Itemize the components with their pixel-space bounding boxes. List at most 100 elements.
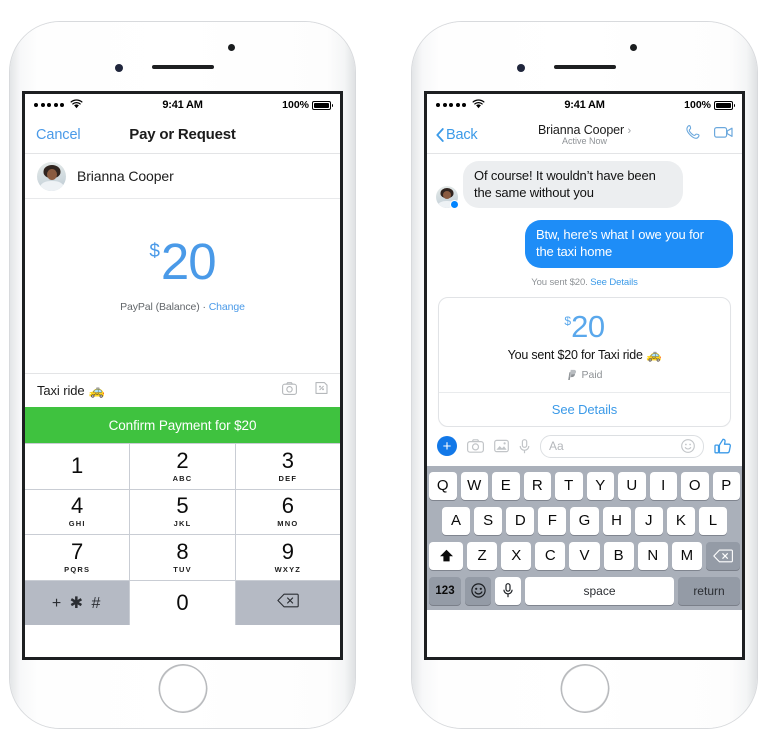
key-t[interactable]: T [555,471,583,500]
message-input-placeholder: Aa [549,439,564,453]
emoji-smiley-icon[interactable] [681,439,695,453]
currency-symbol: $ [564,313,572,328]
avatar [436,186,459,210]
key-i[interactable]: I [649,471,677,500]
key-d[interactable]: D [506,506,535,535]
numeric-keypad: 1 2 ABC 3 DEF 4 GHI 5 JKL 6 MNO 7 PQRS 8 TUV 9W… [25,443,340,625]
keypad-letters: TUV [173,564,192,574]
key-r[interactable]: R [523,471,551,500]
home-button[interactable] [158,664,207,713]
keypad-key-5[interactable]: 5 JKL [130,489,235,534]
thumbs-up-icon[interactable] [714,438,732,455]
taxi-emoji-icon: 🚕 [646,347,662,362]
message-bubble-outgoing[interactable]: Btw, here's what I owe you for the taxi … [525,220,733,268]
key-w[interactable]: W [460,471,488,500]
microphone-icon[interactable] [519,438,530,454]
key-o[interactable]: O [681,471,709,500]
keypad-digit: 2 [176,447,189,473]
recipient-row[interactable]: Brianna Cooper [25,154,340,199]
payment-amount: $ 20 [564,311,605,342]
emoji-smiley-icon[interactable] [465,576,491,605]
status-bar-right: 9:41 AM 100% [427,94,742,116]
payment-sent-note: You sent $20. See Details [436,277,733,288]
keypad-key-8[interactable]: 8 TUV [130,535,235,580]
key-g[interactable]: G [570,506,599,535]
key-h[interactable]: H [602,506,631,535]
memo-actions [282,381,328,400]
keypad-key-7[interactable]: 7 PQRS [25,535,130,580]
plus-circle-icon[interactable]: + [437,436,457,456]
keypad-key-2[interactable]: 2 ABC [130,444,235,489]
earpiece-speaker [151,65,214,69]
keypad-key-1[interactable]: 1 [25,444,130,489]
key-a[interactable]: A [442,506,471,535]
key-f[interactable]: F [538,506,567,535]
message-input[interactable]: Aa [540,434,704,458]
key-y[interactable]: Y [586,471,614,500]
shift-icon[interactable] [429,541,463,570]
key-p[interactable]: P [712,471,740,500]
keypad-key-delete[interactable] [235,580,340,625]
keypad-digit: 5 [176,493,189,519]
key-q[interactable]: Q [429,471,457,500]
key-k[interactable]: K [666,506,695,535]
key-e[interactable]: E [492,471,520,500]
delete-icon[interactable] [705,541,740,570]
key-x[interactable]: X [501,541,532,570]
chevron-right-icon: › [627,125,632,137]
keypad-letters: GHI [68,519,86,529]
key-c[interactable]: C [535,541,566,570]
keypad-key-symbols[interactable]: + ✱ # [25,580,130,625]
key-numbers[interactable]: 123 [429,576,461,605]
battery-percent-label: 100% [684,99,711,111]
keypad-key-4[interactable]: 4 GHI [25,489,130,534]
front-camera-icon [629,44,637,51]
keypad-digit: 3 [281,447,294,473]
keypad-key-0[interactable]: 0 [130,580,235,625]
keypad-key-9[interactable]: 9 WXYZ [235,535,340,580]
wifi-icon [70,98,83,112]
cancel-button[interactable]: Cancel [36,127,81,143]
message-row-outgoing: Btw, here's what I owe you for the taxi … [436,220,733,268]
proximity-sensor-icon [114,64,123,72]
amount-display[interactable]: $ 20 [149,236,216,287]
camera-icon[interactable] [467,439,484,453]
messenger-badge-icon [450,200,459,210]
key-z[interactable]: Z [467,541,498,570]
key-n[interactable]: N [637,541,668,570]
key-l[interactable]: L [698,506,727,535]
memo-row[interactable]: Taxi ride 🚕 [25,373,340,407]
key-v[interactable]: V [569,541,600,570]
sticker-icon[interactable] [315,381,328,400]
confirm-payment-button[interactable]: Confirm Payment for $20 [25,407,340,443]
onscreen-keyboard: Q W E R T Y U I O P A S D F G H J K L Z … [427,465,742,610]
back-button[interactable]: Back [436,127,478,143]
memo-input[interactable]: Taxi ride 🚕 [37,383,105,399]
microphone-icon[interactable] [495,576,521,605]
phone-call-icon[interactable] [685,124,701,145]
message-bubble-incoming[interactable]: Of course! It wouldn’t have been the sam… [463,161,683,209]
key-b[interactable]: B [603,541,634,570]
key-j[interactable]: J [634,506,663,535]
photo-gallery-icon[interactable] [494,439,509,453]
keypad-digit: 9 [281,538,294,564]
funding-source-row: PayPal (Balance) · Change [25,301,340,313]
keypad-key-3[interactable]: 3 DEF [235,444,340,489]
see-details-link[interactable]: See Details [590,277,638,288]
keypad-key-6[interactable]: 6 MNO [235,489,340,534]
payment-sent-text: You sent $20. [531,276,588,288]
taxi-emoji-icon: 🚕 [88,382,105,398]
keypad-digit: 4 [71,493,84,519]
key-s[interactable]: S [474,506,503,535]
key-return[interactable]: return [678,576,740,605]
funding-separator: · [202,301,206,313]
video-call-icon[interactable] [714,125,733,144]
keypad-symbols: + ✱ # [51,594,103,612]
change-funding-button[interactable]: Change [209,301,245,313]
home-button[interactable] [560,664,609,713]
key-space[interactable]: space [525,576,674,605]
key-m[interactable]: M [671,541,702,570]
camera-icon[interactable] [282,381,297,400]
card-see-details-button[interactable]: See Details [439,391,730,426]
key-u[interactable]: U [618,471,646,500]
